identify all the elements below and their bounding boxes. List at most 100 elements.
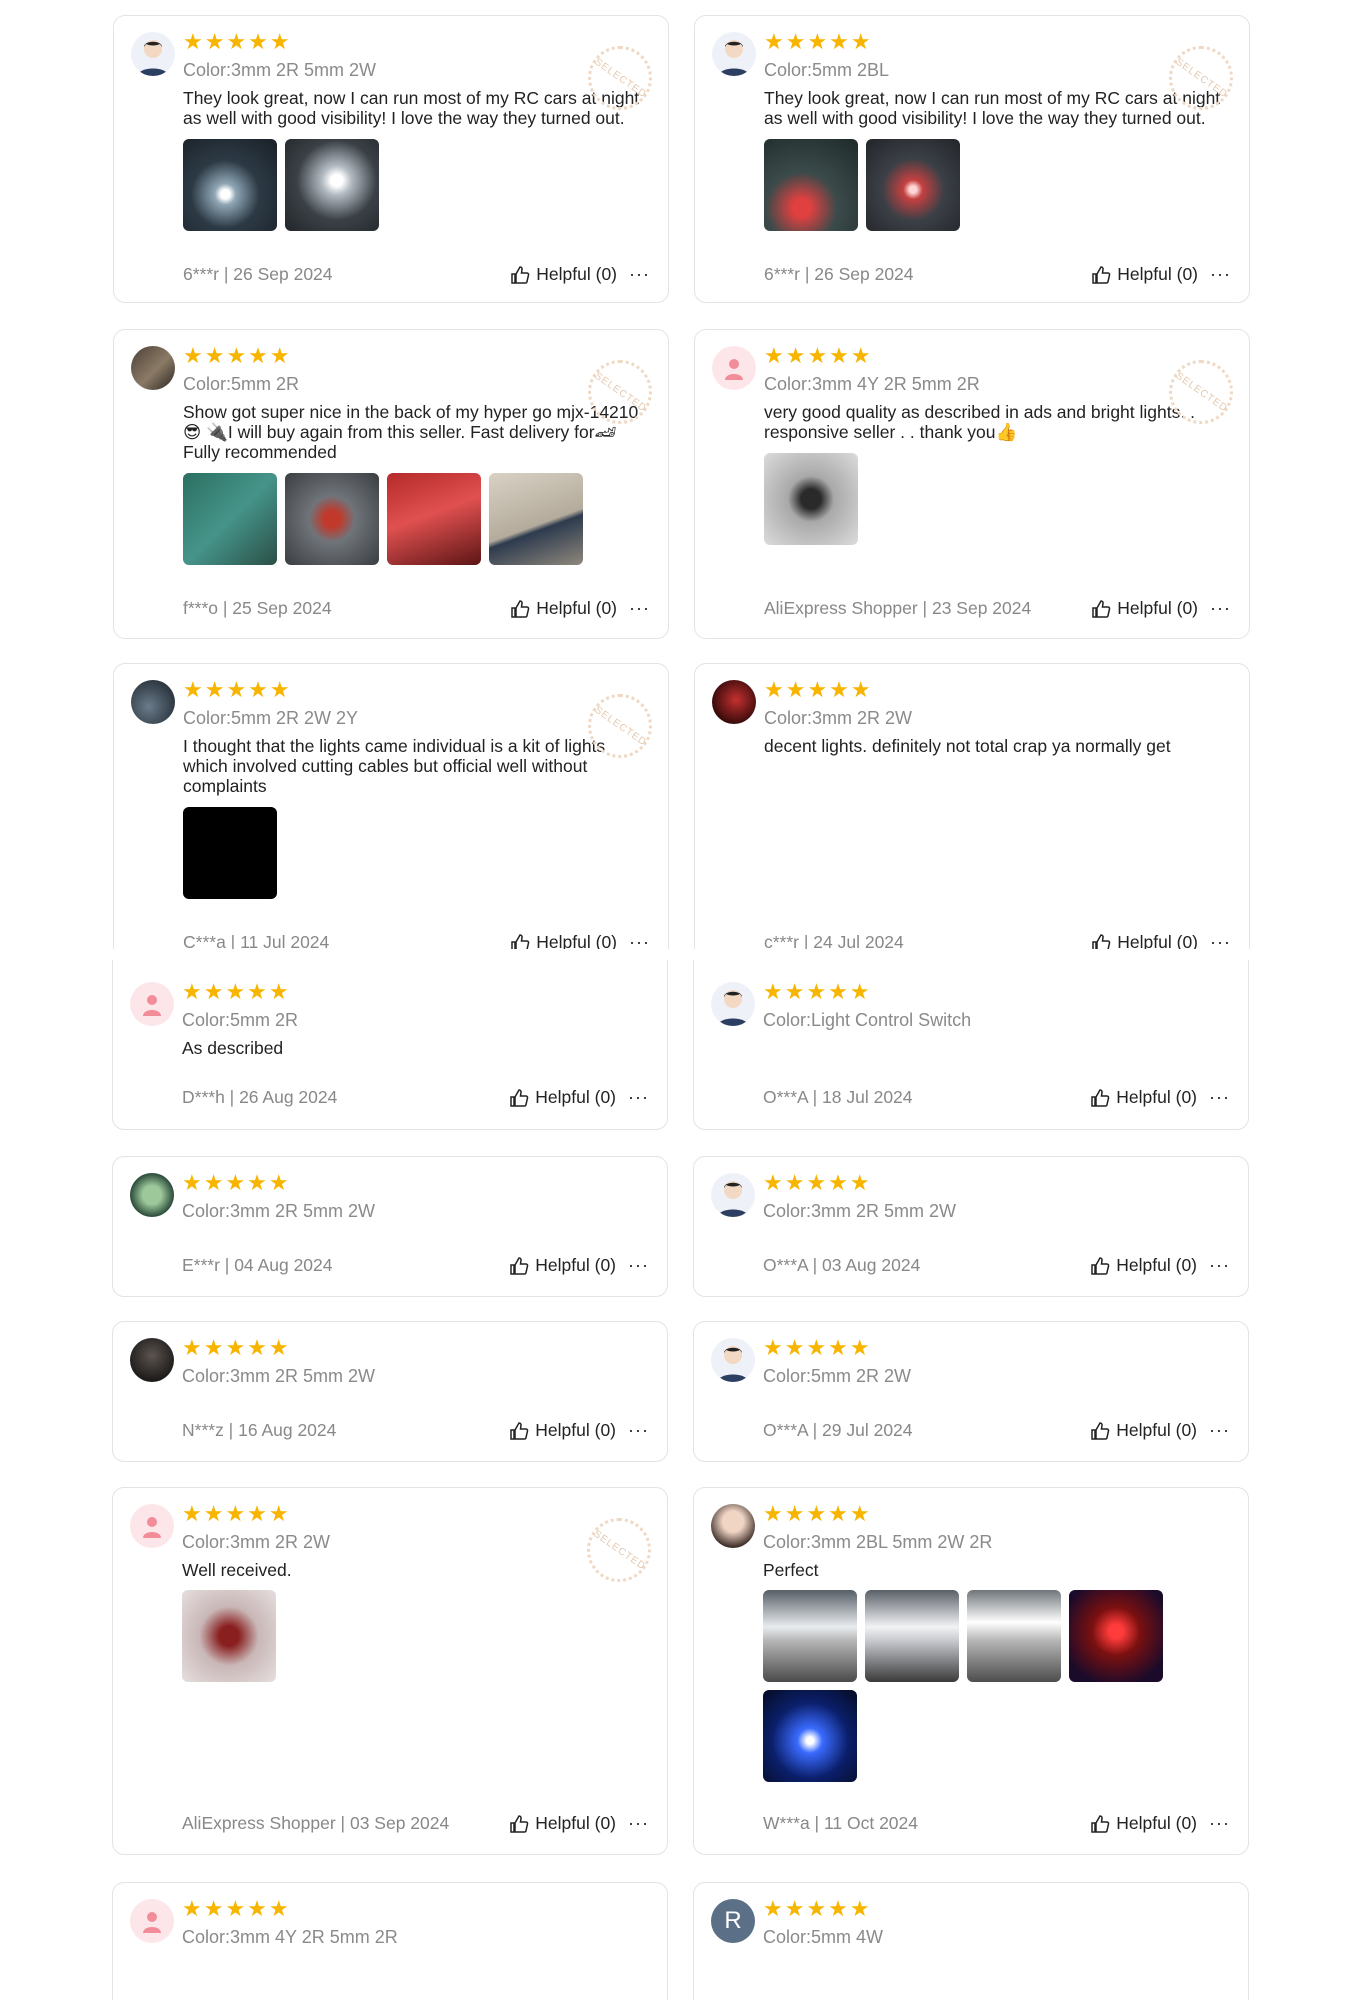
more-options-icon[interactable]: ··· <box>1209 1087 1230 1108</box>
product-variant: Color:5mm 2R <box>183 374 300 394</box>
review-photo[interactable] <box>489 473 583 565</box>
user-avatar-icon <box>712 32 756 76</box>
review-photo[interactable] <box>387 473 481 565</box>
review-photo[interactable] <box>764 139 858 231</box>
product-variant: Color:3mm 4Y 2R 5mm 2R <box>182 1927 398 1947</box>
more-options-icon[interactable]: ··· <box>628 1813 649 1834</box>
review-card: ★★★★★ Color:5mm 2R Show got super nice i… <box>113 329 669 639</box>
selected-stamp-icon: SELECTED <box>588 46 652 110</box>
helpful-button[interactable]: Helpful (0) ··· <box>1091 598 1231 619</box>
product-variant: Color:5mm 2R 2W 2Y <box>183 708 359 728</box>
helpful-button[interactable]: Helpful (0) ··· <box>510 264 650 285</box>
star-rating: ★★★★★ <box>183 343 292 368</box>
helpful-button[interactable]: Helpful (0) ··· <box>1090 1813 1230 1834</box>
product-variant: Color:3mm 2R 2W <box>764 708 913 728</box>
review-author-date: AliExpress Shopper | 23 Sep 2024 <box>764 598 1032 618</box>
review-card: ★★★★★ Color:3mm 2R 5mm 2W E***r | 04 Aug… <box>112 1156 668 1297</box>
review-author-date: N***z | 16 Aug 2024 <box>182 1420 337 1440</box>
thumbs-up-icon <box>1091 1814 1110 1833</box>
review-photo[interactable] <box>182 1590 276 1682</box>
thumbs-up-icon <box>510 1256 529 1275</box>
helpful-button[interactable]: Helpful (0) ··· <box>509 1087 649 1108</box>
star-rating: ★★★★★ <box>182 1335 291 1360</box>
review-photo[interactable] <box>183 807 277 899</box>
star-rating: ★★★★★ <box>183 677 292 702</box>
helpful-button[interactable]: Helpful (0) ··· <box>1090 1255 1230 1276</box>
selected-stamp-icon: SELECTED <box>1169 360 1233 424</box>
thumbs-up-icon <box>1092 265 1111 284</box>
thumbs-up-icon <box>510 1088 529 1107</box>
product-variant: Color:3mm 2R 2W <box>182 1532 331 1552</box>
review-card: ★★★★★ Color:3mm 2R 5mm 2W O***A | 03 Aug… <box>693 1156 1249 1297</box>
product-variant: Color:3mm 2R 5mm 2W <box>183 60 377 80</box>
review-text: decent lights. definitely not total crap… <box>764 736 1171 756</box>
review-text: Perfect <box>763 1560 819 1580</box>
review-card: ★★★★★ Color:Light Control Switch O***A |… <box>693 960 1249 1130</box>
review-text: I thought that the lights came individua… <box>183 736 606 796</box>
helpful-button[interactable]: Helpful (0) ··· <box>1090 1420 1230 1441</box>
product-variant: Color:5mm 4W <box>763 1927 884 1947</box>
review-photo[interactable] <box>866 139 960 231</box>
review-photo[interactable] <box>183 473 277 565</box>
more-options-icon[interactable]: ··· <box>1209 1420 1230 1441</box>
review-photo[interactable] <box>865 1590 959 1682</box>
star-rating: ★★★★★ <box>764 343 873 368</box>
review-photo[interactable] <box>967 1590 1061 1682</box>
user-avatar-icon <box>711 982 755 1026</box>
user-avatar-icon <box>130 1899 174 1943</box>
user-avatar-icon <box>712 680 756 724</box>
review-text: Well received. <box>182 1560 292 1580</box>
thumbs-up-icon <box>510 1814 529 1833</box>
product-variant: Color:5mm 2R 2W <box>763 1366 912 1386</box>
review-author-date: AliExpress Shopper | 03 Sep 2024 <box>182 1813 450 1833</box>
review-photo[interactable] <box>1069 1590 1163 1682</box>
star-rating: ★★★★★ <box>182 979 291 1004</box>
star-rating: ★★★★★ <box>763 1335 872 1360</box>
more-options-icon[interactable]: ··· <box>1209 1813 1230 1834</box>
star-rating: ★★★★★ <box>764 677 873 702</box>
product-variant: Color:Light Control Switch <box>763 1010 972 1030</box>
review-card: ★★★★★ Color:3mm 4Y 2R 5mm 2R very good q… <box>694 329 1250 639</box>
user-avatar-icon <box>131 680 175 724</box>
review-card: R ★★★★★ Color:5mm 4W <box>693 1882 1249 2000</box>
review-card: ★★★★★ Color:3mm 4Y 2R 5mm 2R <box>112 1882 668 2000</box>
more-options-icon[interactable]: ··· <box>628 1420 649 1441</box>
review-photo[interactable] <box>183 139 277 231</box>
more-options-icon[interactable]: ··· <box>1210 264 1231 285</box>
review-card: ★★★★★ Color:5mm 2R 2W O***A | 29 Jul 202… <box>693 1321 1249 1462</box>
review-photo[interactable] <box>285 139 379 231</box>
more-options-icon[interactable]: ··· <box>629 264 650 285</box>
more-options-icon[interactable]: ··· <box>1209 1255 1230 1276</box>
review-card: ★★★★★ Color:3mm 2R 2W Well received. SEL… <box>112 1487 668 1855</box>
more-options-icon[interactable]: ··· <box>628 1255 649 1276</box>
star-rating: ★★★★★ <box>182 1896 291 1921</box>
review-photo[interactable] <box>285 473 379 565</box>
review-photo[interactable] <box>763 1690 857 1782</box>
user-avatar-icon <box>130 1173 174 1217</box>
star-rating: ★★★★★ <box>763 1896 872 1921</box>
star-rating: ★★★★★ <box>183 29 292 54</box>
review-photo[interactable] <box>763 1590 857 1682</box>
review-card: ★★★★★ Color:5mm 2R As described D***h | … <box>112 960 668 1130</box>
helpful-button[interactable]: Helpful (0) ··· <box>509 1813 649 1834</box>
review-text: Show got super nice in the back of my hy… <box>183 402 639 462</box>
review-author-date: W***a | 11 Oct 2024 <box>763 1813 918 1833</box>
more-options-icon[interactable]: ··· <box>628 1087 649 1108</box>
review-author-date: 6***r | 26 Sep 2024 <box>183 264 333 284</box>
more-options-icon[interactable]: ··· <box>629 598 650 619</box>
star-rating: ★★★★★ <box>764 29 873 54</box>
product-variant: Color:5mm 2R <box>182 1010 299 1030</box>
helpful-button[interactable]: Helpful (0) ··· <box>509 1255 649 1276</box>
review-photo[interactable] <box>764 453 858 545</box>
review-card: ★★★★★ Color:3mm 2R 2W decent lights. def… <box>694 663 1250 953</box>
product-variant: Color:3mm 2R 5mm 2W <box>763 1201 957 1221</box>
helpful-button[interactable]: Helpful (0) ··· <box>509 1420 649 1441</box>
product-variant: Color:3mm 4Y 2R 5mm 2R <box>764 374 980 394</box>
helpful-button[interactable]: Helpful (0) ··· <box>510 598 650 619</box>
user-avatar-icon <box>711 1173 755 1217</box>
selected-stamp-icon: SELECTED <box>588 694 652 758</box>
helpful-button[interactable]: Helpful (0) ··· <box>1090 1087 1230 1108</box>
helpful-button[interactable]: Helpful (0) ··· <box>1091 264 1231 285</box>
star-rating: ★★★★★ <box>182 1501 291 1526</box>
more-options-icon[interactable]: ··· <box>1210 598 1231 619</box>
